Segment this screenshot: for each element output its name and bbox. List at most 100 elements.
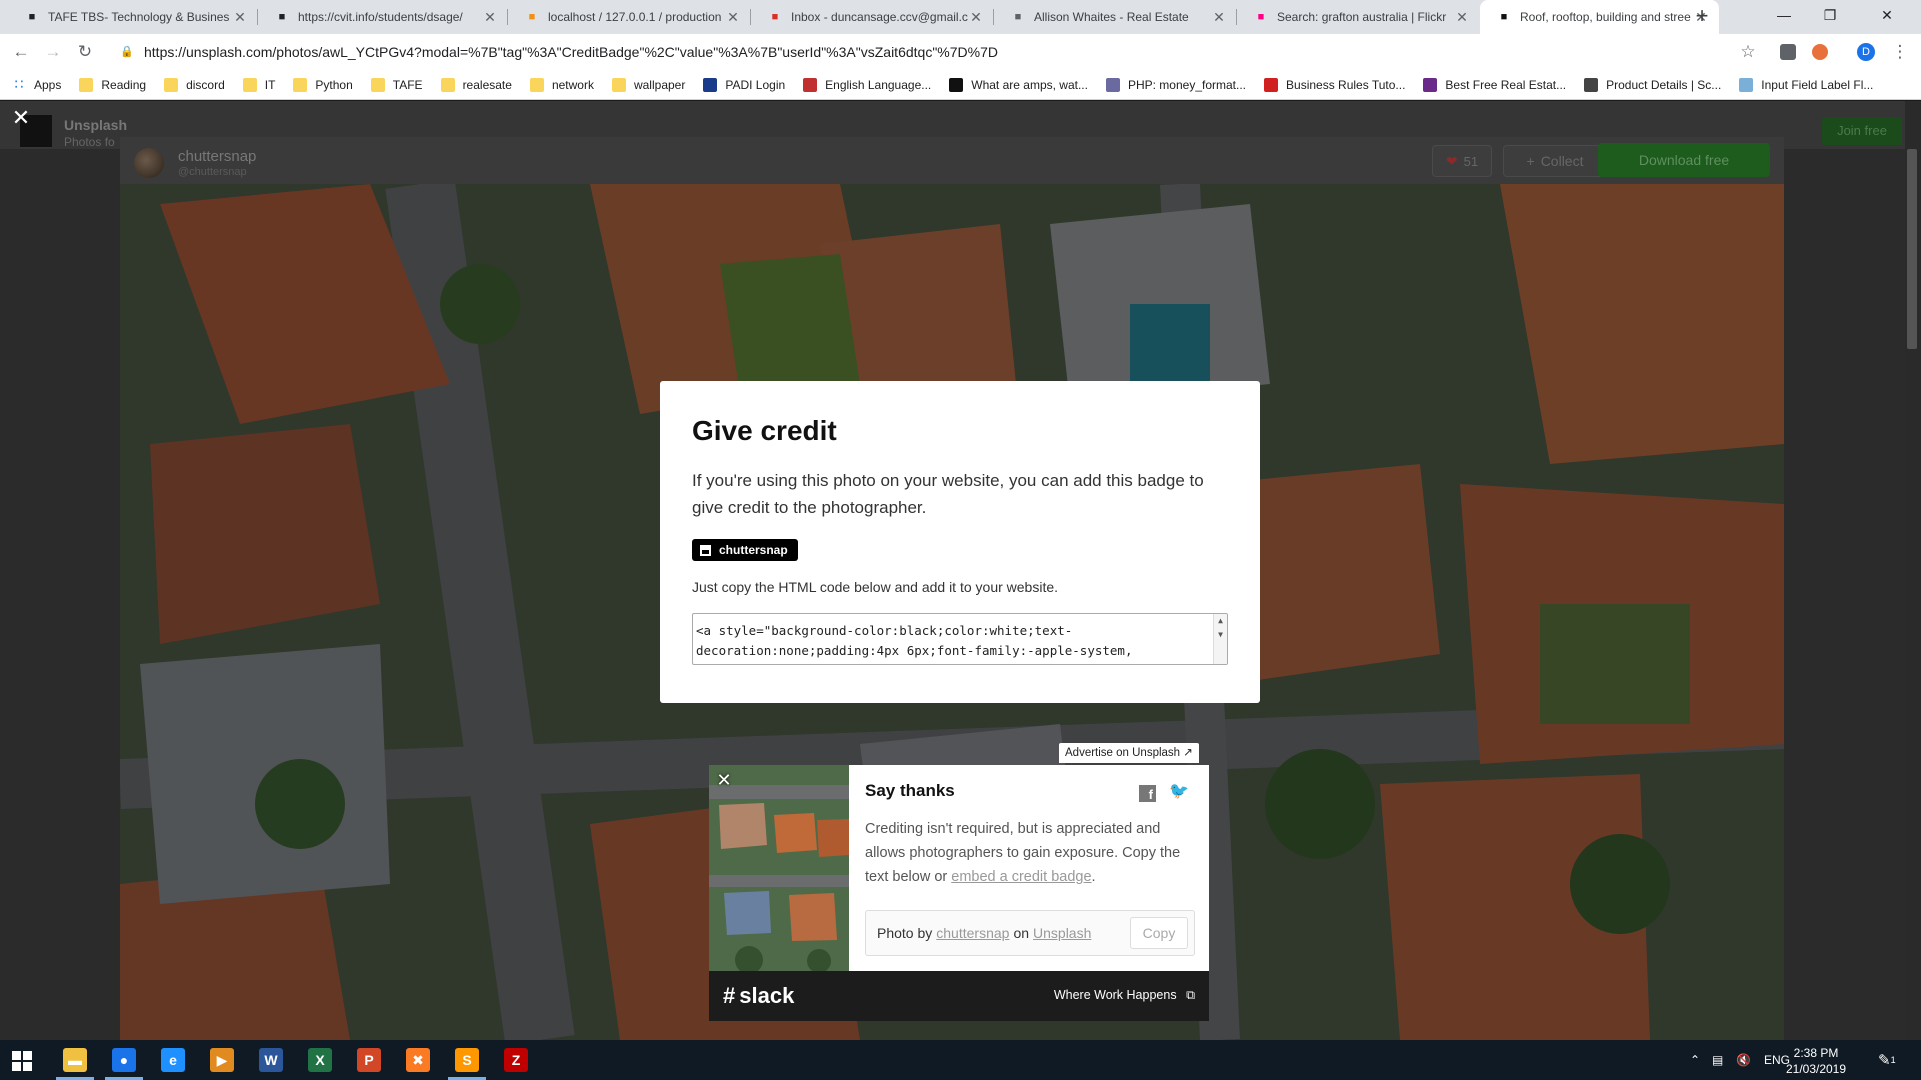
taskbar-app[interactable]: W xyxy=(248,1040,294,1080)
plus-icon: + xyxy=(1526,153,1535,169)
bookmark-folder[interactable]: TAFE xyxy=(370,77,423,92)
taskbar-app[interactable]: P xyxy=(346,1040,392,1080)
page-scroll-thumb[interactable] xyxy=(1907,149,1917,349)
bookmark-link[interactable]: PADI Login xyxy=(703,77,785,92)
bookmark-label: discord xyxy=(186,77,225,92)
bookmark-link[interactable]: Best Free Real Estat... xyxy=(1423,77,1566,92)
system-clock[interactable]: 2:38 PM 21/03/2019 xyxy=(1770,1045,1862,1077)
minimize-button[interactable]: — xyxy=(1761,0,1807,30)
browser-tab[interactable]: ■ Search: grafton australia | Flickr ✕ xyxy=(1237,0,1480,34)
attribution-user-link[interactable]: chuttersnap xyxy=(936,925,1009,941)
browser-tab[interactable]: ■ TAFE TBS- Technology & Busines ✕ xyxy=(8,0,258,34)
bookmark-link[interactable]: Business Rules Tuto... xyxy=(1264,77,1405,92)
photographer-avatar[interactable] xyxy=(134,148,164,178)
close-photo-modal-icon[interactable]: ✕ xyxy=(10,107,32,129)
back-button[interactable]: ← xyxy=(11,42,31,62)
code-line-2: decoration:none;padding:4px 6px;font-fam… xyxy=(696,643,1133,658)
browser-tab[interactable]: ■ Allison Whaites - Real Estate ✕ xyxy=(994,0,1237,34)
forward-button[interactable]: → xyxy=(43,42,63,62)
scroll-down-icon[interactable]: ▼ xyxy=(1214,628,1227,642)
taskbar-app[interactable]: ✖ xyxy=(395,1040,441,1080)
join-free-button[interactable]: Join free xyxy=(1822,117,1902,145)
reload-button[interactable]: ↻ xyxy=(75,42,95,62)
windows-start-icon[interactable] xyxy=(12,1051,32,1071)
bookmark-star-icon[interactable]: ☆ xyxy=(1738,42,1758,62)
site-favicon-icon xyxy=(1264,77,1279,92)
download-button[interactable]: Download free xyxy=(1598,143,1770,177)
taskbar-app[interactable]: ● xyxy=(101,1040,147,1080)
bookmark-link[interactable]: What are amps, wat... xyxy=(949,77,1088,92)
bookmark-folder[interactable]: IT xyxy=(242,77,275,92)
taskbar-app[interactable]: Z xyxy=(493,1040,539,1080)
apps-shortcut[interactable]: ∷ Apps xyxy=(12,76,62,92)
tab-close-icon[interactable]: ✕ xyxy=(1211,9,1227,25)
volume-muted-icon[interactable]: 🔇 xyxy=(1736,1040,1751,1080)
tab-close-icon[interactable]: ✕ xyxy=(1454,9,1470,25)
bookmark-folder[interactable]: network xyxy=(529,77,594,92)
bookmark-folder[interactable]: wallpaper xyxy=(611,77,685,92)
extension-orange-icon[interactable] xyxy=(1812,44,1828,60)
taskbar-app[interactable]: e xyxy=(150,1040,196,1080)
browser-tab[interactable]: ■ https://cvit.info/students/dsage/ ✕ xyxy=(258,0,508,34)
bookmark-label: English Language... xyxy=(825,77,932,92)
action-center-icon[interactable]: ✎ 1 xyxy=(1878,1040,1896,1080)
bookmark-folder[interactable]: discord xyxy=(164,77,225,92)
textarea-scrollbar[interactable]: ▲ ▼ xyxy=(1213,614,1227,664)
collect-button[interactable]: + Collect xyxy=(1503,145,1607,177)
bookmark-folder[interactable]: Python xyxy=(293,77,353,92)
graduation-cap-icon: ■ xyxy=(28,11,36,23)
browser-tab[interactable]: ■ localhost / 127.0.0.1 / production ✕ xyxy=(508,0,751,34)
browser-tab[interactable]: ■ Roof, rooftop, building and stree ✕ xyxy=(1480,0,1719,34)
scroll-up-icon[interactable]: ▲ xyxy=(1214,614,1227,628)
like-button[interactable]: ❤ 51 xyxy=(1432,145,1492,177)
extension-shield-icon[interactable] xyxy=(1780,44,1796,60)
taskbar-app[interactable]: X xyxy=(297,1040,343,1080)
site-favicon-icon xyxy=(1105,77,1120,92)
taskbar-app[interactable]: S xyxy=(444,1040,490,1080)
bookmark-link[interactable]: PHP: money_format... xyxy=(1105,77,1247,92)
tab-title: Allison Whaites - Real Estate xyxy=(1034,10,1189,24)
menu-kebab-icon[interactable]: ⋮ xyxy=(1890,42,1910,62)
photographer-name[interactable]: chuttersnap xyxy=(178,148,256,165)
slack-ad-banner[interactable]: # slack Where Work Happens ⧉ xyxy=(709,971,1209,1021)
tab-close-icon[interactable]: ✕ xyxy=(725,9,741,25)
attribution-text-box[interactable]: Photo by chuttersnap on Unsplash Copy xyxy=(865,910,1195,956)
close-say-thanks-icon[interactable]: ✕ xyxy=(715,771,733,789)
bookmark-link[interactable]: English Language... xyxy=(803,77,932,92)
facebook-icon[interactable]: f xyxy=(1139,785,1156,802)
html-code-textarea[interactable]: <a style="background-color:black;color:w… xyxy=(692,613,1228,665)
bookmark-label: TAFE xyxy=(392,77,423,92)
attribution-site-link[interactable]: Unsplash xyxy=(1033,925,1091,941)
new-tab-button[interactable]: + xyxy=(1690,5,1714,29)
bookmark-label: Reading xyxy=(101,77,147,92)
tab-close-icon[interactable]: ✕ xyxy=(968,9,984,25)
photographer-handle[interactable]: @chuttersnap xyxy=(178,166,247,178)
folder-icon xyxy=(611,77,626,92)
bookmark-link[interactable]: Input Field Label Fl... xyxy=(1739,77,1873,92)
profile-avatar[interactable]: D xyxy=(1857,43,1875,61)
bookmark-label: Product Details | Sc... xyxy=(1606,77,1722,92)
taskbar-app[interactable]: ▶ xyxy=(199,1040,245,1080)
page-scrollbar[interactable] xyxy=(1905,101,1921,1040)
bookmark-folder[interactable]: realesate xyxy=(440,77,512,92)
bookmark-link[interactable]: Product Details | Sc... xyxy=(1584,77,1722,92)
copy-button[interactable]: Copy xyxy=(1130,917,1188,949)
taskbar-app[interactable]: ▬ xyxy=(52,1040,98,1080)
show-hidden-icons-icon[interactable]: ⌃ xyxy=(1690,1040,1700,1080)
browser-tab[interactable]: ■ Inbox - duncansage.ccv@gmail.c ✕ xyxy=(751,0,994,34)
advertise-on-unsplash-link[interactable]: Advertise on Unsplash ↗ xyxy=(1059,743,1199,763)
bookmark-label: PHP: money_format... xyxy=(1127,77,1247,92)
address-bar[interactable]: 🔒 https://unsplash.com/photos/awL_YCtPGv… xyxy=(108,37,1768,67)
tab-close-icon[interactable]: ✕ xyxy=(232,9,248,25)
internet-explorer-icon: e xyxy=(161,1048,185,1072)
embed-credit-badge-link[interactable]: embed a credit badge xyxy=(951,869,1091,885)
give-credit-description: If you're using this photo on your websi… xyxy=(692,471,1204,517)
tab-close-icon[interactable]: ✕ xyxy=(482,9,498,25)
bookmark-folder[interactable]: Reading xyxy=(79,77,147,92)
network-icon[interactable]: ▤ xyxy=(1712,1040,1723,1080)
close-window-button[interactable]: ✕ xyxy=(1853,0,1921,30)
site-favicon-icon xyxy=(703,77,718,92)
credit-badge[interactable]: chuttersnap xyxy=(692,539,798,561)
restore-button[interactable]: ❐ xyxy=(1807,0,1853,30)
twitter-icon[interactable]: 🐦 xyxy=(1169,783,1189,801)
